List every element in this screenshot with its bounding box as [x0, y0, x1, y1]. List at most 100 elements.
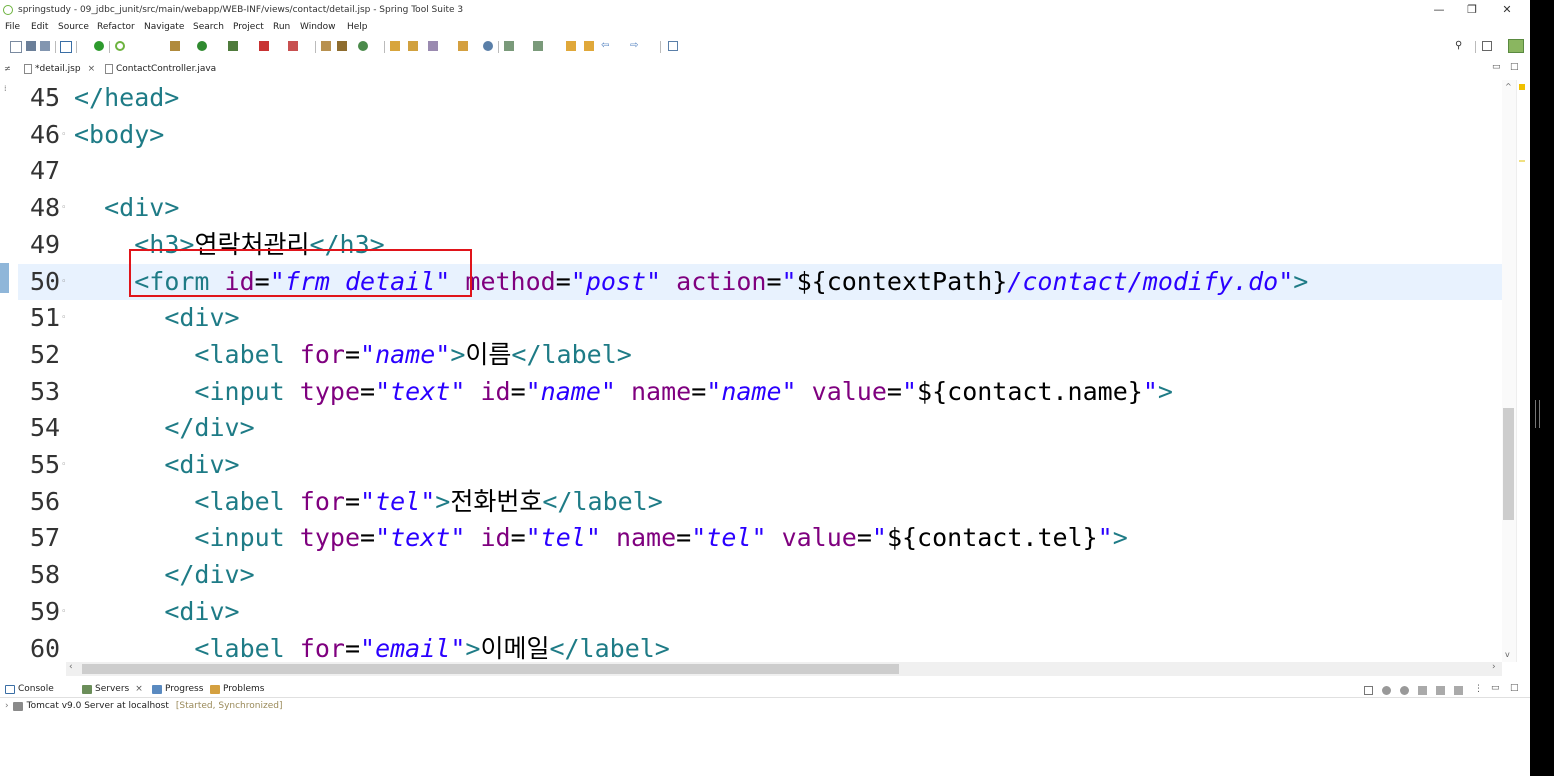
code-line[interactable]: 48 ◦ <div> [18, 190, 1502, 226]
run-icon[interactable] [197, 41, 207, 51]
pin-icon[interactable] [584, 41, 594, 51]
close-servers-tab-icon[interactable]: × [135, 684, 143, 694]
tab-progress[interactable]: Progress [152, 684, 203, 694]
code-line[interactable]: 60 <label for="email">이메일</label> [18, 631, 1502, 663]
menu-refactor[interactable]: Refactor [97, 22, 135, 32]
fold-toggle-icon[interactable]: ◦ [61, 594, 66, 630]
code-line[interactable]: 46 ◦ <body> [18, 117, 1502, 153]
stop-server-icon[interactable] [1436, 686, 1445, 695]
close-button[interactable]: ✕ [1500, 3, 1514, 16]
maximize-panel-icon[interactable]: □ [1510, 683, 1519, 693]
spring-perspective-icon[interactable] [1508, 39, 1524, 53]
next-annotation-icon[interactable] [504, 41, 514, 51]
maximize-editor-icon[interactable]: □ [1510, 62, 1519, 72]
tab-console[interactable]: Console [5, 684, 54, 694]
fold-toggle-icon[interactable]: ◦ [61, 264, 66, 300]
expand-icon[interactable]: › [5, 701, 9, 711]
code-editor[interactable]: 45 </head> 46 ◦ <body> 47 48 ◦ <div> 49 <h3>연락처관… [18, 80, 1502, 662]
last-edit-location-icon[interactable] [566, 41, 576, 51]
menu-search[interactable]: Search [193, 22, 224, 32]
vertical-scrollbar-thumb[interactable] [1503, 408, 1514, 520]
scroll-up-icon[interactable]: ^ [1505, 82, 1512, 91]
pencil-icon[interactable] [428, 41, 438, 51]
open-resource-icon[interactable] [408, 41, 418, 51]
vertical-scrollbar[interactable] [1502, 80, 1516, 662]
save-icon[interactable] [26, 41, 36, 51]
scroll-right-icon[interactable]: › [1492, 662, 1496, 672]
scroll-down-icon[interactable]: v [1505, 650, 1510, 659]
menu-source[interactable]: Source [58, 22, 89, 32]
globe-icon[interactable] [483, 41, 493, 51]
close-tab-icon[interactable]: × [88, 64, 96, 74]
forward-icon[interactable]: ⇨ [630, 41, 640, 51]
menu-file[interactable]: File [5, 22, 20, 32]
boot-dashboard-icon[interactable] [94, 41, 104, 51]
window-splitter-handle[interactable] [1535, 400, 1540, 428]
save-all-icon[interactable] [40, 41, 50, 51]
code-line[interactable]: 47 [18, 153, 1502, 189]
fold-toggle-icon[interactable]: ◦ [61, 447, 66, 483]
profile-server-icon[interactable] [1418, 686, 1427, 695]
new-file-icon[interactable] [10, 41, 22, 53]
maximize-view-icon[interactable] [668, 41, 678, 51]
new-package-icon[interactable] [321, 41, 331, 51]
publish-icon[interactable] [288, 41, 298, 51]
toggle-mark-icon[interactable] [80, 41, 90, 51]
tab-servers[interactable]: Servers × [82, 684, 143, 694]
code-line[interactable]: 58 </div> [18, 557, 1502, 593]
code-line[interactable]: 59 ◦ <div> [18, 594, 1502, 630]
tab-problems[interactable]: Problems [210, 684, 264, 694]
spring-icon[interactable] [115, 41, 125, 51]
search-icon[interactable]: ⚲ [1455, 41, 1465, 51]
code-line[interactable]: 51 ◦ <div> [18, 300, 1502, 336]
new-web-icon[interactable] [358, 41, 368, 51]
code-token: > [1293, 266, 1309, 296]
code-line[interactable]: 52 <label for="name">이름</label> [18, 337, 1502, 373]
new-class-icon[interactable] [337, 41, 347, 51]
fold-toggle-icon[interactable]: ◦ [61, 300, 66, 336]
view-menu-icon[interactable]: ⋮ [1474, 684, 1483, 694]
menu-edit[interactable]: Edit [31, 22, 48, 32]
open-perspective-icon[interactable] [1482, 41, 1492, 51]
scroll-left-icon[interactable]: ‹ [69, 662, 73, 672]
tab-detail-jsp[interactable]: *detail.jsp × [24, 62, 95, 76]
menu-navigate[interactable]: Navigate [144, 22, 184, 32]
code-line[interactable]: 45 </head> [18, 80, 1502, 116]
code-line[interactable]: 53 <input type="text" id="name" name="na… [18, 374, 1502, 410]
occurrence-marker[interactable] [1519, 160, 1525, 162]
collapse-all-icon[interactable] [1364, 686, 1373, 695]
maximize-button[interactable]: ❐ [1465, 3, 1479, 16]
debug-icon[interactable] [170, 41, 180, 51]
code-token: </label> [542, 486, 663, 516]
code-token: </div> [164, 560, 255, 590]
fold-toggle-icon[interactable]: ◦ [61, 117, 66, 153]
start-server-icon[interactable] [1400, 686, 1409, 695]
menu-help[interactable]: Help [347, 22, 368, 32]
external-tools-icon[interactable] [228, 41, 238, 51]
warning-marker[interactable] [1519, 84, 1525, 90]
code-line[interactable]: 56 <label for="tel">전화번호</label> [18, 484, 1502, 520]
horizontal-scrollbar-thumb[interactable] [82, 664, 899, 674]
publish-server-icon[interactable] [1454, 686, 1463, 695]
folder-icon[interactable] [458, 41, 468, 51]
code-line[interactable]: 55 ◦ <div> [18, 447, 1502, 483]
bottom-panel: Console Servers × Progress Problems ⋮ ▭ … [0, 680, 1530, 776]
code-line[interactable]: 54 </div> [18, 410, 1502, 446]
minimize-button[interactable]: — [1432, 3, 1446, 16]
stop-server-icon[interactable] [259, 41, 269, 51]
tab-contact-controller[interactable]: ContactController.java [105, 62, 216, 76]
debug-server-icon[interactable] [1382, 686, 1391, 695]
open-type-icon[interactable] [390, 41, 400, 51]
minimize-editor-icon[interactable]: ▭ [1492, 62, 1501, 72]
minimize-panel-icon[interactable]: ▭ [1491, 683, 1500, 693]
previous-annotation-icon[interactable] [533, 41, 543, 51]
server-row[interactable]: › Tomcat v9.0 Server at localhost [Start… [5, 701, 282, 711]
terminal-icon[interactable] [60, 41, 72, 53]
back-icon[interactable]: ⇦ [601, 41, 611, 51]
menu-run[interactable]: Run [273, 22, 290, 32]
code-line[interactable]: 57 <input type="text" id="tel" name="tel… [18, 520, 1502, 556]
menu-project[interactable]: Project [233, 22, 264, 32]
menu-window[interactable]: Window [300, 22, 336, 32]
fold-toggle-icon[interactable]: ◦ [61, 190, 66, 226]
